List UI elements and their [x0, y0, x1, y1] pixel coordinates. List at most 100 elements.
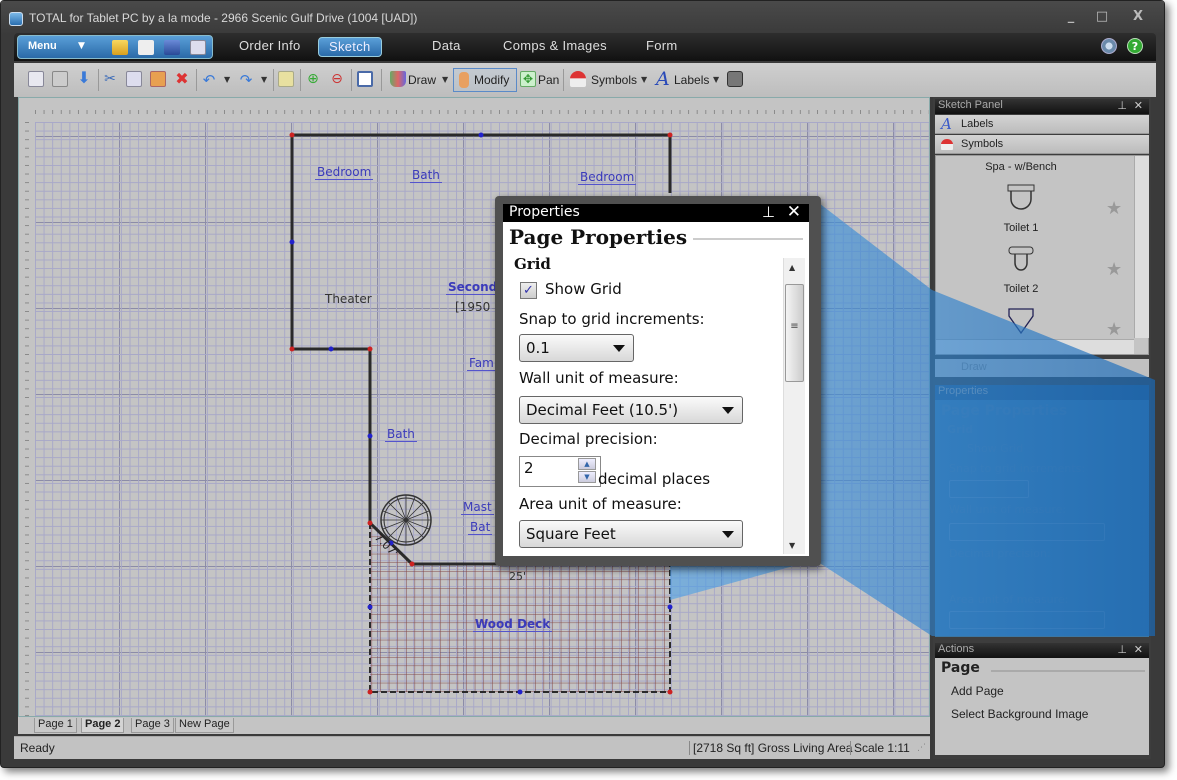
camera-icon[interactable]	[727, 71, 743, 87]
toilet-2-icon[interactable]	[1006, 245, 1036, 275]
help-icon[interactable]: ?	[1127, 38, 1143, 54]
zoom-out-icon[interactable]: ⊖	[329, 71, 345, 87]
zoom-in-icon[interactable]: ⊕	[305, 71, 321, 87]
decimal-precision-stepper[interactable]: 2 ▲ ▼	[519, 456, 601, 487]
area-label-wood-deck[interactable]: Wood Deck	[473, 617, 553, 632]
open-folder-icon[interactable]	[112, 40, 128, 55]
cut-icon[interactable]: ✂	[102, 71, 118, 87]
save-icon[interactable]	[164, 40, 180, 55]
symbols-tool-label[interactable]: Symbols	[591, 73, 637, 87]
modify-tool-button[interactable]: Modify	[453, 68, 517, 92]
delete-icon[interactable]: ✖	[174, 71, 190, 87]
tab-comps-images[interactable]: Comps & Images	[493, 37, 617, 57]
scroll-up-icon[interactable]: ▲	[789, 263, 795, 272]
draw-icon[interactable]	[390, 71, 406, 87]
pin-icon[interactable]: ⊥	[762, 203, 775, 221]
symbols-dropdown-icon[interactable]: ▼	[641, 75, 647, 84]
copy-icon[interactable]	[126, 71, 142, 87]
resize-grip-icon[interactable]: ⋰	[917, 743, 926, 753]
close-icon[interactable]: ✕	[787, 202, 801, 222]
tab-order-info[interactable]: Order Info	[229, 37, 311, 57]
symbols-section[interactable]: Symbols	[935, 135, 1149, 154]
wall[interactable]	[290, 135, 372, 523]
tab-page-3[interactable]: Page 3	[131, 718, 174, 733]
wall-unit-select[interactable]: Decimal Feet (10.5')	[519, 396, 743, 424]
bidet-icon[interactable]	[1006, 306, 1036, 336]
pan-icon[interactable]: ✥	[520, 71, 536, 87]
properties-dialog[interactable]: Properties ⊥ ✕ Page Properties Grid ✓ Sh…	[495, 196, 821, 566]
print-icon[interactable]	[52, 71, 68, 87]
print-preview-icon[interactable]	[28, 71, 44, 87]
maximize-button[interactable]: □	[1092, 9, 1112, 24]
room-label-family[interactable]: Fam	[467, 356, 496, 371]
heading-rule	[991, 670, 1145, 672]
room-label-bath[interactable]: Bath	[410, 168, 442, 183]
download-arrow-icon[interactable]: ⬇	[76, 70, 92, 87]
pan-tool-label[interactable]: Pan	[538, 73, 559, 87]
gear-icon[interactable]	[1101, 38, 1117, 54]
tab-sketch[interactable]: Sketch	[318, 37, 382, 57]
labels-a-icon[interactable]: A	[656, 68, 670, 90]
symbol-toilet-1[interactable]: Toilet 1	[936, 222, 1106, 234]
show-grid-checkbox[interactable]: ✓	[520, 282, 537, 299]
pin-icon[interactable]: ⊥	[1117, 99, 1127, 112]
clipboard-icon[interactable]	[190, 40, 206, 55]
fit-page-icon[interactable]	[357, 71, 373, 87]
room-label-bedroom[interactable]: Bedroom	[578, 170, 637, 185]
properties-scrollbar[interactable]: ▲ ≡ ▼	[783, 258, 805, 554]
room-label-theater[interactable]: Theater	[323, 292, 374, 306]
stepper-down-icon[interactable]: ▼	[578, 471, 596, 483]
area-label-second-floor[interactable]: Second	[446, 280, 500, 295]
symbol-list-vscrollbar[interactable]	[1134, 156, 1149, 338]
pin-icon[interactable]: ⊥	[1117, 643, 1127, 656]
favorite-star-icon[interactable]: ★	[1106, 319, 1122, 340]
minimize-button[interactable]: _	[1061, 9, 1081, 24]
show-grid-label[interactable]: Show Grid	[545, 280, 622, 298]
notes-icon[interactable]	[278, 71, 294, 87]
room-label-bath[interactable]: Bat	[468, 520, 493, 535]
decimal-precision-value: 2	[524, 459, 534, 477]
tab-page-1[interactable]: Page 1	[34, 718, 77, 733]
close-button[interactable]: X	[1128, 9, 1148, 24]
stepper-up-icon[interactable]: ▲	[578, 458, 596, 470]
house-symbol-icon[interactable]	[570, 71, 586, 87]
draw-dropdown-icon[interactable]: ▼	[442, 75, 448, 84]
symbol-list-hscrollbar[interactable]	[936, 339, 1134, 354]
room-label-master[interactable]: Mast	[461, 500, 494, 515]
favorite-star-icon[interactable]: ★	[1106, 198, 1122, 219]
labels-dropdown-icon[interactable]: ▼	[713, 75, 719, 84]
redo-dropdown-icon[interactable]: ▼	[261, 75, 267, 84]
labels-tool-label[interactable]: Labels	[674, 73, 709, 87]
redo-icon[interactable]: ↷	[238, 71, 254, 89]
select-background-image-link[interactable]: Select Background Image	[951, 707, 1088, 721]
properties-ghost-snap-select	[949, 480, 1029, 498]
paste-icon[interactable]	[150, 71, 166, 87]
draw-tool-label[interactable]: Draw	[408, 73, 436, 87]
tab-new-page[interactable]: New Page	[175, 718, 234, 733]
tab-data[interactable]: Data	[422, 37, 471, 57]
tab-form[interactable]: Form	[636, 37, 688, 57]
symbol-toilet-2[interactable]: Toilet 2	[936, 283, 1106, 295]
actions-header: Actions ⊥ ✕	[935, 643, 1149, 658]
new-document-icon[interactable]	[138, 40, 154, 55]
snap-increment-select[interactable]: 0.1	[519, 334, 634, 362]
undo-dropdown-icon[interactable]: ▼	[224, 75, 230, 84]
draw-section[interactable]: Draw	[935, 359, 1149, 377]
menu-button[interactable]: Menu ▼	[17, 35, 213, 59]
favorite-star-icon[interactable]: ★	[1106, 259, 1122, 280]
symbol-spa-bench[interactable]: Spa - w/Bench	[936, 161, 1106, 173]
room-label-bath[interactable]: Bath	[385, 427, 417, 442]
area-unit-select[interactable]: Square Feet	[519, 520, 743, 548]
room-label-bedroom[interactable]: Bedroom	[315, 165, 374, 180]
tab-page-2[interactable]: Page 2	[81, 718, 125, 733]
labels-section[interactable]: A Labels	[935, 115, 1149, 134]
area-unit-value: Square Feet	[526, 525, 616, 543]
close-icon[interactable]: ✕	[1134, 99, 1143, 112]
properties-dialog-header[interactable]: Properties ⊥ ✕	[503, 202, 809, 222]
add-page-link[interactable]: Add Page	[951, 684, 1004, 698]
scroll-down-icon[interactable]: ▼	[789, 541, 795, 550]
undo-icon[interactable]: ↶	[201, 71, 217, 89]
close-icon[interactable]: ✕	[1134, 643, 1143, 656]
scrollbar-thumb[interactable]: ≡	[785, 284, 804, 382]
toilet-1-icon[interactable]	[1006, 183, 1036, 213]
